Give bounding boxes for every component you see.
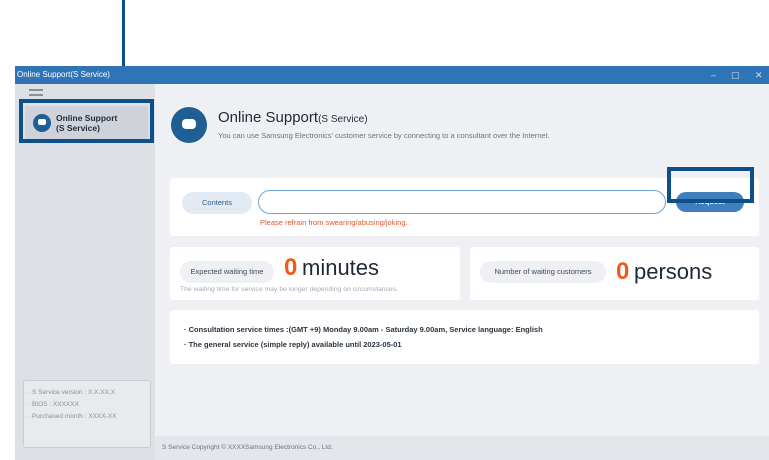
highlight-box-request [667,167,754,203]
service-hours-note: · Consultation service times :(GMT +9) M… [184,325,543,334]
warning-text: Please refrain from swearing/abusing/jok… [260,218,408,227]
main-panel: Online Support(S Service) You can use Sa… [155,84,769,460]
waiting-customers-card: Number of waiting customers 0 persons [470,247,759,300]
waiting-time-card: Expected waiting time 0 minutes The wait… [170,247,460,300]
copyright-text: S Service Copyright © XXXXSamsung Electr… [162,444,333,451]
bios-version: · BIOS : XXXXXX [28,401,79,408]
system-info-box: · S Service version : X.X.XX.X · BIOS : … [23,380,151,448]
close-icon[interactable]: ✕ [755,69,763,81]
waiting-customers-label: Number of waiting customers [480,261,606,283]
service-version: · S Service version : X.X.XX.X [28,389,116,396]
contents-input[interactable] [258,190,666,214]
window-title: Online Support(S Service) [17,70,110,79]
page-title: Online Support(S Service) [218,109,368,126]
contents-label: Contents [182,192,252,214]
general-service-note: · The general service (simple reply) ava… [184,340,402,349]
title-bar: Online Support(S Service) – ▢ ✕ [15,66,769,84]
highlight-box-sidebar [19,99,154,143]
waiting-customers-unit: persons [634,259,713,284]
chat-icon [171,107,207,143]
maximize-icon[interactable]: ▢ [731,69,740,81]
waiting-time-note: The waiting time for service may be long… [180,286,398,293]
page-description: You can use Samsung Electronics' custome… [218,131,550,140]
menu-icon[interactable] [29,89,43,99]
waiting-time-label: Expected waiting time [180,261,274,283]
service-notes-card: · Consultation service times :(GMT +9) M… [170,310,759,364]
waiting-time-value: 0 [284,254,298,281]
waiting-time-unit: minutes [302,255,380,280]
footer: S Service Copyright © XXXXSamsung Electr… [155,436,769,460]
app-window: Online Support(S Service) – ▢ ✕ Online S… [15,66,769,460]
waiting-customers-value: 0 [616,258,630,285]
purchased-month: · Purchased month : XXXX-XX [28,413,117,420]
minimize-icon[interactable]: – [711,69,716,81]
